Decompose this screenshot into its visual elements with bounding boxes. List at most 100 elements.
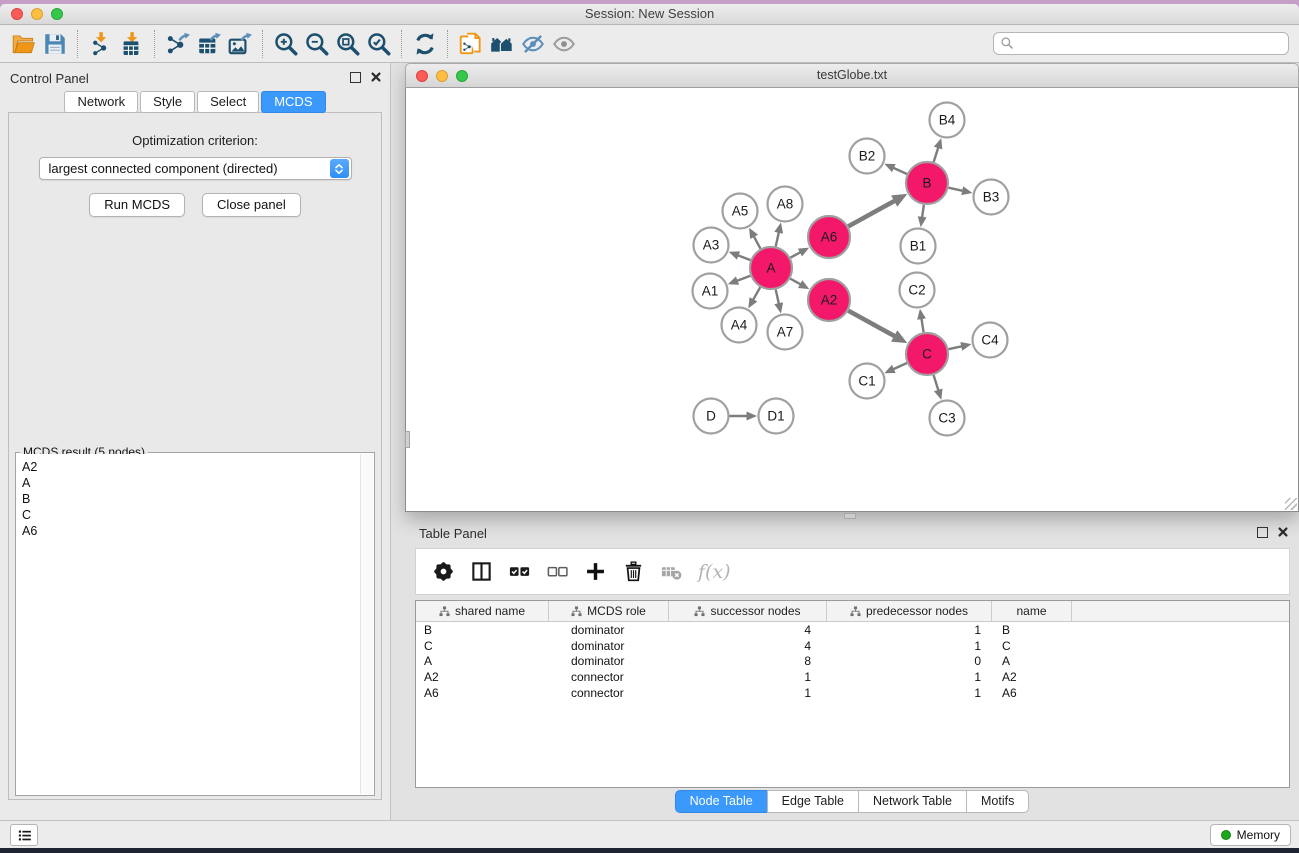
- column-header-predecessor-nodes[interactable]: predecessor nodes: [827, 601, 992, 621]
- node-B1[interactable]: B1: [901, 229, 936, 264]
- show-columns-icon[interactable]: [464, 555, 498, 589]
- table-cell[interactable]: 1: [827, 639, 992, 653]
- import-network-icon[interactable]: [85, 29, 116, 59]
- table-cell[interactable]: 1: [669, 686, 827, 700]
- node-B2[interactable]: B2: [850, 139, 885, 174]
- tab-node-table[interactable]: Node Table: [675, 790, 768, 813]
- mcds-result-item[interactable]: C: [17, 507, 360, 523]
- table-cell[interactable]: A2: [992, 670, 1072, 684]
- node-A2[interactable]: A2: [808, 279, 850, 321]
- memory-button[interactable]: Memory: [1210, 824, 1291, 846]
- tab-mcds[interactable]: MCDS: [261, 91, 325, 113]
- node-C2[interactable]: C2: [900, 273, 935, 308]
- zoom-in-icon[interactable]: [270, 29, 301, 59]
- close-panel-icon[interactable]: [370, 71, 382, 83]
- result-scrollbar[interactable]: [360, 454, 373, 794]
- mcds-result-item[interactable]: A6: [17, 523, 360, 539]
- window-resize-grip[interactable]: [1285, 498, 1297, 510]
- edge-A-A1[interactable]: [737, 276, 750, 281]
- export-table-icon[interactable]: [193, 29, 224, 59]
- mcds-result-item[interactable]: A: [17, 475, 360, 491]
- left-splitter-handle[interactable]: [405, 431, 410, 448]
- column-header-name[interactable]: name: [992, 601, 1072, 621]
- task-history-button[interactable]: [10, 824, 38, 846]
- table-row[interactable]: A6connector11A6: [416, 685, 1289, 701]
- zoom-out-icon[interactable]: [301, 29, 332, 59]
- mcds-result-list[interactable]: A2ABCA6: [17, 454, 360, 794]
- float-table-panel-icon[interactable]: [1257, 527, 1268, 538]
- edge-A-A5[interactable]: [754, 236, 761, 248]
- column-header-MCDS-role[interactable]: MCDS role: [549, 601, 669, 621]
- node-D1[interactable]: D1: [759, 399, 794, 434]
- node-A[interactable]: A: [750, 247, 792, 289]
- table-cell[interactable]: A2: [416, 670, 549, 684]
- tab-network-table[interactable]: Network Table: [858, 790, 967, 813]
- tab-motifs[interactable]: Motifs: [966, 790, 1029, 813]
- table-cell[interactable]: 1: [827, 623, 992, 637]
- column-header-shared-name[interactable]: shared name: [416, 601, 549, 621]
- node-A7[interactable]: A7: [768, 315, 803, 350]
- tab-edge-table[interactable]: Edge Table: [767, 790, 859, 813]
- export-image-icon[interactable]: [224, 29, 255, 59]
- node-B3[interactable]: B3: [974, 180, 1009, 215]
- table-cell[interactable]: 1: [669, 670, 827, 684]
- mcds-result-item[interactable]: B: [17, 491, 360, 507]
- open-file-icon[interactable]: [8, 29, 39, 59]
- edge-A2-C[interactable]: [848, 311, 894, 337]
- table-cell[interactable]: A6: [416, 686, 549, 700]
- table-cell[interactable]: A6: [992, 686, 1072, 700]
- network-from-selection-icon[interactable]: [455, 29, 486, 59]
- table-row[interactable]: Bdominator41B: [416, 622, 1289, 638]
- edge-C-C4[interactable]: [948, 346, 961, 349]
- delete-columns-icon[interactable]: [616, 555, 650, 589]
- select-all-icon[interactable]: [502, 555, 536, 589]
- table-row[interactable]: Cdominator41C: [416, 638, 1289, 654]
- table-cell[interactable]: connector: [549, 686, 669, 700]
- table-cell[interactable]: dominator: [549, 654, 669, 668]
- edge-A-A6[interactable]: [790, 252, 800, 257]
- edge-B-B4[interactable]: [934, 148, 939, 162]
- edge-A-A4[interactable]: [753, 287, 760, 300]
- close-table-panel-icon[interactable]: [1277, 526, 1289, 538]
- select-first-neighbors-icon[interactable]: [486, 29, 517, 59]
- node-D[interactable]: D: [694, 399, 729, 434]
- edge-C-C1[interactable]: [893, 363, 906, 369]
- node-C[interactable]: C: [906, 333, 948, 375]
- table-cell[interactable]: 8: [669, 654, 827, 668]
- tab-network[interactable]: Network: [64, 91, 138, 113]
- network-canvas[interactable]: AA1A2A3A4A5A6A7A8BB1B2B3B4CC1C2C3C4DD1: [405, 88, 1299, 512]
- table-cell[interactable]: 4: [669, 639, 827, 653]
- node-C3[interactable]: C3: [930, 401, 965, 436]
- search-input[interactable]: [993, 32, 1289, 55]
- table-cell[interactable]: dominator: [549, 639, 669, 653]
- zoom-selected-icon[interactable]: [363, 29, 394, 59]
- node-A5[interactable]: A5: [723, 194, 758, 229]
- node-A4[interactable]: A4: [722, 308, 757, 343]
- node-B[interactable]: B: [906, 162, 948, 204]
- node-A1[interactable]: A1: [693, 274, 728, 309]
- table-row[interactable]: A2connector11A2: [416, 669, 1289, 685]
- edge-A6-B[interactable]: [848, 201, 894, 227]
- node-C1[interactable]: C1: [850, 364, 885, 399]
- table-cell[interactable]: B: [416, 623, 549, 637]
- edge-A-A3[interactable]: [738, 255, 750, 260]
- table-cell[interactable]: 1: [827, 670, 992, 684]
- tab-style[interactable]: Style: [140, 91, 195, 113]
- edge-B-B1[interactable]: [922, 205, 924, 218]
- edge-C-C2[interactable]: [921, 319, 923, 333]
- table-cell[interactable]: 4: [669, 623, 827, 637]
- table-cell[interactable]: A: [416, 654, 549, 668]
- network-window-titlebar[interactable]: testGlobe.txt: [405, 63, 1299, 88]
- node-table[interactable]: shared nameMCDS rolesuccessor nodesprede…: [415, 600, 1290, 788]
- hide-graphics-details-icon[interactable]: [517, 29, 548, 59]
- edge-A-A8[interactable]: [776, 232, 779, 246]
- table-cell[interactable]: C: [992, 639, 1072, 653]
- criterion-dropdown[interactable]: largest connected component (directed): [39, 157, 352, 180]
- edge-C-C3[interactable]: [934, 375, 939, 390]
- node-A6[interactable]: A6: [808, 216, 850, 258]
- edge-A-A7[interactable]: [776, 289, 779, 303]
- zoom-fit-icon[interactable]: [332, 29, 363, 59]
- edge-A-A2[interactable]: [790, 279, 800, 285]
- create-column-icon[interactable]: [578, 555, 612, 589]
- table-cell[interactable]: 1: [827, 686, 992, 700]
